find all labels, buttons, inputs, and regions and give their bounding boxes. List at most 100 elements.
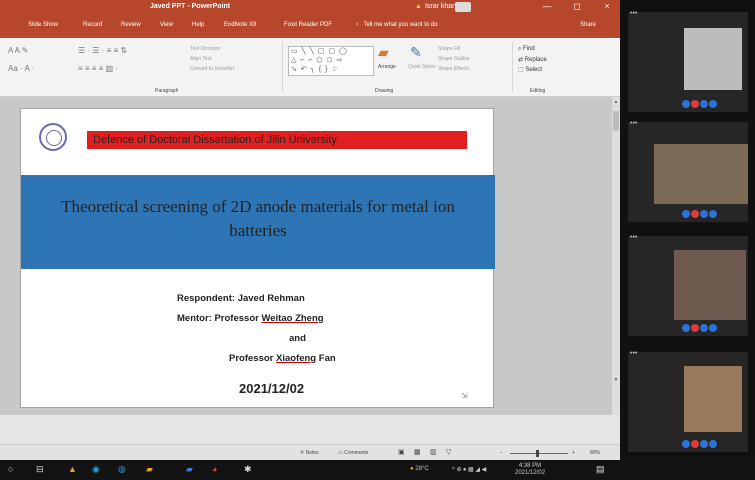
user-avatar[interactable] <box>455 2 471 12</box>
chat-icon[interactable] <box>709 324 717 332</box>
ribbon-separator <box>512 42 513 92</box>
chat-icon[interactable] <box>709 210 717 218</box>
restore-button[interactable]: ◻ <box>570 1 584 12</box>
close-button[interactable]: × <box>600 1 614 11</box>
convert-smartart-button[interactable]: Convert to SmartArt <box>190 66 234 72</box>
share-screen-icon[interactable] <box>700 440 708 448</box>
shapes-gallery[interactable]: ▭ ╲ ╲ ▢ ▢ ◯ △ ⌐ ⌐ ⬠ ⬡ ⇨ ⬂ ↶ ╮ { } ☆ <box>288 46 374 76</box>
mentor-label: Mentor: <box>177 313 212 324</box>
camera-icon[interactable] <box>691 324 699 332</box>
share-screen-icon[interactable] <box>700 324 708 332</box>
participant-tile[interactable]: ••• <box>628 350 748 452</box>
folder-icon[interactable]: ▰ <box>146 464 153 475</box>
more-options-icon[interactable]: ••• <box>630 350 637 357</box>
participant-tile[interactable]: ••• <box>628 10 748 112</box>
start-icon[interactable]: ○ <box>8 464 13 474</box>
share-screen-icon[interactable] <box>700 100 708 108</box>
zoom-level[interactable]: 80% <box>590 450 600 456</box>
shape-fill-button[interactable]: Shape Fill <box>438 46 460 52</box>
shape-outline-button[interactable]: Shape Outline <box>438 56 470 62</box>
mic-icon[interactable] <box>682 324 690 332</box>
tile-controls <box>682 210 718 220</box>
and-text: and <box>289 333 306 344</box>
shape-effects-button[interactable]: Shape Effects <box>438 66 469 72</box>
scroll-up-icon[interactable]: ▲ <box>612 99 620 105</box>
ribbon-separator <box>282 42 283 92</box>
user-name[interactable]: Israr khan <box>415 3 456 10</box>
normal-view-icon[interactable]: ▣ <box>398 448 405 456</box>
mic-icon[interactable] <box>682 100 690 108</box>
more-options-icon[interactable]: ••• <box>630 120 637 127</box>
replace-button[interactable]: ⇄ Replace <box>518 56 547 63</box>
more-options-icon[interactable]: ••• <box>630 234 637 241</box>
slideshow-view-icon[interactable]: ▽ <box>446 448 451 456</box>
tile-controls <box>682 440 718 450</box>
participant-tile[interactable]: ••• <box>628 120 748 222</box>
chat-icon[interactable] <box>709 440 717 448</box>
zoom-out-icon[interactable]: − <box>500 450 503 456</box>
zoom-in-icon[interactable]: + <box>572 450 575 456</box>
minimize-button[interactable]: — <box>540 1 554 11</box>
edge-icon[interactable]: ◍ <box>118 464 126 475</box>
tab-review[interactable]: Review <box>121 22 141 28</box>
weather-widget[interactable]: ● 28°C <box>410 466 429 472</box>
share-screen-icon[interactable] <box>700 210 708 218</box>
tab-endnote[interactable]: EndNote X8 <box>224 22 256 28</box>
text-direction-button[interactable]: Text Direction <box>190 46 220 52</box>
tab-foxit-reader[interactable]: Foxit Reader PDF <box>284 22 332 28</box>
ribbon-tabs: Slide Show Record Review View Help EndNo… <box>0 14 620 38</box>
powerpoint-icon[interactable]: ◕ <box>212 464 217 474</box>
tray-icons[interactable]: ^ ⊕ ♠ ▦ ◢ ◀ <box>452 466 486 473</box>
arrange-button[interactable]: Arrange <box>378 64 396 70</box>
app-icon[interactable]: ◉ <box>92 464 100 475</box>
quick-styles-icon[interactable]: ✎ <box>410 44 422 61</box>
notes-button[interactable]: ≙ Notes <box>300 450 319 456</box>
reading-view-icon[interactable]: ▥ <box>430 448 437 456</box>
clock[interactable]: 4:38 PM 2021/12/02 <box>515 463 545 477</box>
mic-icon[interactable] <box>682 440 690 448</box>
app-icon[interactable]: ▰ <box>186 464 193 475</box>
slide-canvas[interactable]: Defence of Doctoral Dissertation of Jili… <box>20 108 495 408</box>
tab-help[interactable]: Help <box>192 22 204 28</box>
bullets-icon[interactable]: ☰ · ☰ · ≡ ≡ ⇅ <box>78 46 127 55</box>
tell-me-search[interactable]: Tell me what you want to do <box>355 22 438 28</box>
participant-tile[interactable]: ••• <box>628 234 748 336</box>
zoom-slider-knob[interactable] <box>536 450 539 457</box>
replace-label: Replace <box>524 57 547 63</box>
mentor2-prefix: Professor <box>229 353 274 364</box>
share-button[interactable]: Share <box>580 22 596 28</box>
zoom-slider[interactable] <box>510 453 568 454</box>
scroll-down-icon[interactable]: ▼ <box>612 377 620 383</box>
camera-icon[interactable] <box>691 210 699 218</box>
camera-icon[interactable] <box>691 440 699 448</box>
tab-view[interactable]: View <box>160 22 173 28</box>
find-button[interactable]: ⌕ Find <box>518 46 535 53</box>
vertical-scrollbar[interactable]: ▲ ▼ <box>612 97 620 415</box>
quick-styles-button[interactable]: Quick Styles <box>408 64 436 70</box>
notification-icon[interactable]: ▤ <box>596 464 605 475</box>
font-size-icon[interactable]: A A ✎ <box>8 46 29 55</box>
settings-icon[interactable]: ✱ <box>244 464 252 475</box>
align-text-button[interactable]: Align Text <box>190 56 212 62</box>
paragraph-group-label: Paragraph <box>155 88 179 94</box>
slide-sorter-icon[interactable]: ▦ <box>414 448 421 456</box>
university-logo <box>39 123 67 151</box>
font-color-icon[interactable]: Aa · A · <box>8 64 34 73</box>
align-icon[interactable]: ≡ ≡ ≡ ≡ ▥ · <box>78 64 118 73</box>
scroll-thumb[interactable] <box>613 111 619 131</box>
more-options-icon[interactable]: ••• <box>630 10 637 17</box>
title-bar: Javed PPT - PowerPoint Israr khan — ◻ × <box>0 0 620 14</box>
comments-button[interactable]: ▭ Comments <box>338 450 368 456</box>
camera-icon[interactable] <box>691 100 699 108</box>
ribbon: A A ✎ Aa · A · ☰ · ☰ · ≡ ≡ ⇅ ≡ ≡ ≡ ≡ ▥ ·… <box>0 38 620 97</box>
tab-record[interactable]: Record <box>83 22 102 28</box>
comments-label: Comments <box>344 450 369 456</box>
arrange-icon[interactable]: ▰ <box>378 44 389 61</box>
tab-slide-show[interactable]: Slide Show <box>28 22 58 28</box>
drawing-group-label: Drawing <box>375 88 394 94</box>
mic-icon[interactable] <box>682 210 690 218</box>
select-button[interactable]: ⬚ Select <box>518 66 542 73</box>
app-icon[interactable]: ▲ <box>68 464 77 474</box>
chat-icon[interactable] <box>709 100 717 108</box>
task-view-icon[interactable]: ⊟ <box>36 464 44 475</box>
